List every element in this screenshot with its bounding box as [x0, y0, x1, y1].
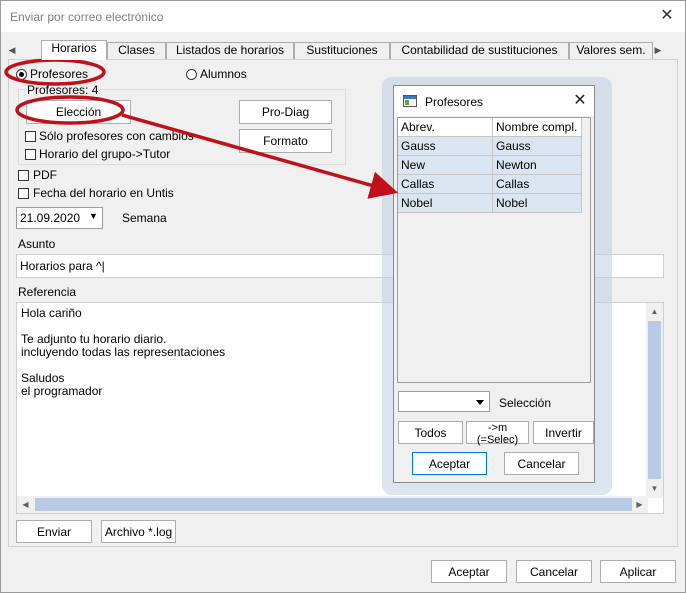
scroll-up-icon[interactable]: ▲ — [646, 303, 663, 320]
horizontal-scroll-thumb[interactable] — [35, 498, 632, 511]
horizontal-scrollbar[interactable]: ◀ ▶ — [17, 496, 648, 513]
tab-sustituciones[interactable]: Sustituciones — [294, 42, 390, 59]
dialog-ok-button[interactable]: Aceptar — [412, 452, 487, 475]
tab-horarios[interactable]: Horarios — [41, 40, 107, 60]
vertical-scrollbar[interactable]: ▲ ▼ — [646, 303, 663, 498]
window-title: Enviar por correo electrónico — [10, 10, 164, 24]
pdf-label: PDF — [33, 168, 57, 182]
selection-button[interactable]: Elección — [26, 100, 131, 124]
chevron-down-icon[interactable] — [471, 392, 489, 411]
untis-date-label: Fecha del horario en Untis — [33, 186, 174, 200]
vertical-scroll-thumb[interactable] — [648, 321, 661, 479]
select-button[interactable]: ->m (=Selec) — [466, 421, 529, 446]
radio-profesores-label: Profesores — [30, 67, 89, 81]
chevron-down-icon[interactable]: ▼ — [89, 211, 98, 221]
table-row[interactable]: Newton — [493, 156, 582, 175]
group-tutor-checkbox[interactable] — [25, 149, 36, 160]
formato-button[interactable]: Formato — [239, 129, 332, 153]
table-row[interactable]: Nobel — [493, 194, 582, 213]
dialog-close-icon[interactable]: ✕ — [570, 91, 590, 111]
reference-line: incluyendo todas las representaciones — [21, 345, 226, 359]
period-label: Semana — [122, 211, 167, 225]
reference-line: el programador — [21, 384, 103, 398]
table-row[interactable]: Gauss — [398, 137, 493, 156]
tab-contabilidad-de-sustituciones[interactable]: Contabilidad de sustituciones — [390, 42, 569, 59]
tab-listados-de-horarios[interactable]: Listados de horarios — [166, 42, 294, 59]
cancel-button[interactable]: Cancelar — [516, 560, 592, 583]
radio-alumnos[interactable] — [186, 69, 197, 80]
window-icon — [403, 95, 417, 107]
selection-label: Selección — [499, 396, 552, 410]
reference-line: Hola cariño — [21, 306, 82, 320]
subject-label: Asunto — [18, 237, 56, 251]
selection-combo[interactable] — [398, 391, 490, 412]
table-row[interactable]: Callas — [398, 175, 493, 194]
changed-only-label: Sólo profesores con cambios — [39, 129, 194, 143]
enviar-button[interactable]: Enviar — [16, 520, 92, 543]
tab-scroll-right-icon[interactable]: ▶ — [652, 43, 664, 57]
untis-date-checkbox[interactable] — [18, 188, 29, 199]
close-icon[interactable]: ✕ — [657, 6, 677, 26]
invert-button[interactable]: Invertir — [533, 421, 594, 444]
dialog-cancel-button[interactable]: Cancelar — [504, 452, 579, 475]
table-row[interactable]: New — [398, 156, 493, 175]
group-tutor-label: Horario del grupo->Tutor — [39, 147, 171, 161]
date-picker[interactable]: 21.09.2020 ▼ — [16, 207, 103, 229]
teachers-dialog: Profesores ✕ Abrev. Nombre compl. Gauss … — [393, 85, 595, 483]
dialog-title: Profesores — [425, 95, 484, 109]
reference-label: Referencia — [18, 285, 77, 299]
apply-button[interactable]: Aplicar — [600, 560, 676, 583]
reference-line: Te adjunto tu horario diario. — [21, 332, 167, 346]
tab-clases[interactable]: Clases — [107, 42, 166, 59]
all-button[interactable]: Todos — [398, 421, 463, 444]
scroll-down-icon[interactable]: ▼ — [646, 480, 663, 497]
table-row[interactable]: Gauss — [493, 137, 582, 156]
scroll-right-icon[interactable]: ▶ — [631, 496, 648, 513]
subject-value: Horarios para ^| — [20, 259, 105, 273]
reference-line: Saludos — [21, 371, 65, 385]
pro-diag-button[interactable]: Pro-Diag — [239, 100, 332, 124]
table-row[interactable]: Nobel — [398, 194, 493, 213]
pdf-checkbox[interactable] — [18, 170, 29, 181]
date-value: 21.09.2020 — [20, 211, 81, 225]
scroll-left-icon[interactable]: ◀ — [17, 496, 34, 513]
column-header-nombre[interactable]: Nombre compl. — [493, 118, 582, 137]
title-bar: Enviar por correo electrónico ✕ — [1, 1, 685, 32]
tab-scroll-left-icon[interactable]: ◀ — [6, 43, 18, 57]
tab-valores-sem[interactable]: Valores sem. — [569, 42, 653, 59]
radio-profesores[interactable] — [16, 69, 27, 80]
changed-only-checkbox[interactable] — [25, 131, 36, 142]
table-row[interactable]: Callas — [493, 175, 582, 194]
dialog-title-bar: Profesores ✕ — [394, 86, 594, 116]
column-header-abrev[interactable]: Abrev. — [398, 118, 493, 137]
teachers-grid[interactable]: Abrev. Nombre compl. Gauss Gauss New New… — [397, 117, 591, 383]
radio-alumnos-label: Alumnos — [200, 67, 247, 81]
teachers-count: Profesores: 4 — [25, 83, 101, 97]
ok-button[interactable]: Aceptar — [431, 560, 507, 583]
archivo-log-button[interactable]: Archivo *.log — [101, 520, 176, 543]
